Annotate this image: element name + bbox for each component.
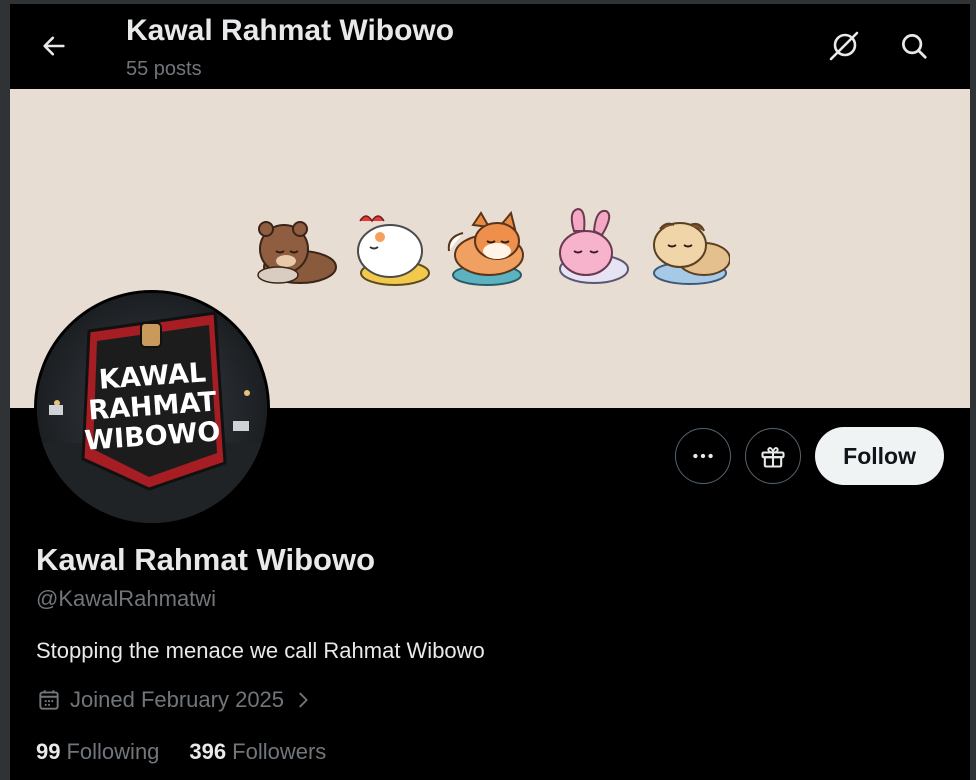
- calendar-icon: [39, 690, 59, 710]
- joined-label: Joined February 2025: [70, 687, 285, 712]
- profile-page: Kawal Rahmat Wibowo 55 posts KAWAL RAHMA…: [10, 4, 970, 780]
- grok-button[interactable]: [824, 26, 864, 66]
- more-button[interactable]: [675, 428, 732, 484]
- post-count: 55 posts: [126, 58, 202, 80]
- kawal-logo: KAWAL RAHMAT WIBOWO: [37, 293, 267, 523]
- profile-stats: 99 Following 396 Followers: [36, 739, 326, 765]
- joined-date[interactable]: Joined February 2025: [36, 687, 314, 713]
- followers-link[interactable]: 396 Followers: [189, 739, 326, 765]
- followers-count: 396: [189, 739, 227, 764]
- profile-header: Kawal Rahmat Wibowo 55 posts: [10, 4, 970, 89]
- search-icon: [902, 34, 927, 59]
- user-handle: @KawalRahmatwi: [36, 586, 217, 611]
- search-button[interactable]: [894, 26, 934, 66]
- bear-sticker: [257, 221, 337, 284]
- more-icon: [693, 453, 713, 459]
- followers-label: Followers: [232, 739, 327, 764]
- banner-stickers: [257, 207, 730, 286]
- follow-button[interactable]: Follow: [815, 427, 944, 485]
- fox-sticker: [447, 210, 524, 286]
- following-label: Following: [66, 739, 160, 764]
- chick-sticker: [357, 215, 430, 286]
- arrow-left-icon: [43, 36, 65, 56]
- chevron-right-icon: [299, 692, 308, 708]
- profile-actions: Follow: [675, 427, 944, 485]
- display-name: Kawal Rahmat Wibowo: [36, 542, 376, 577]
- avatar[interactable]: KAWAL RAHMAT WIBOWO: [34, 290, 270, 526]
- bio-text: Stopping the menace we call Rahmat Wibow…: [36, 638, 485, 663]
- page-title: Kawal Rahmat Wibowo: [126, 14, 455, 47]
- back-button[interactable]: [34, 26, 74, 66]
- grok-icon: [829, 31, 859, 61]
- bunny-sticker: [559, 207, 629, 284]
- gift-icon: [761, 447, 785, 468]
- following-link[interactable]: 99 Following: [36, 739, 159, 765]
- following-count: 99: [36, 739, 61, 764]
- gift-button[interactable]: [745, 428, 802, 484]
- puppy-sticker: [653, 222, 730, 285]
